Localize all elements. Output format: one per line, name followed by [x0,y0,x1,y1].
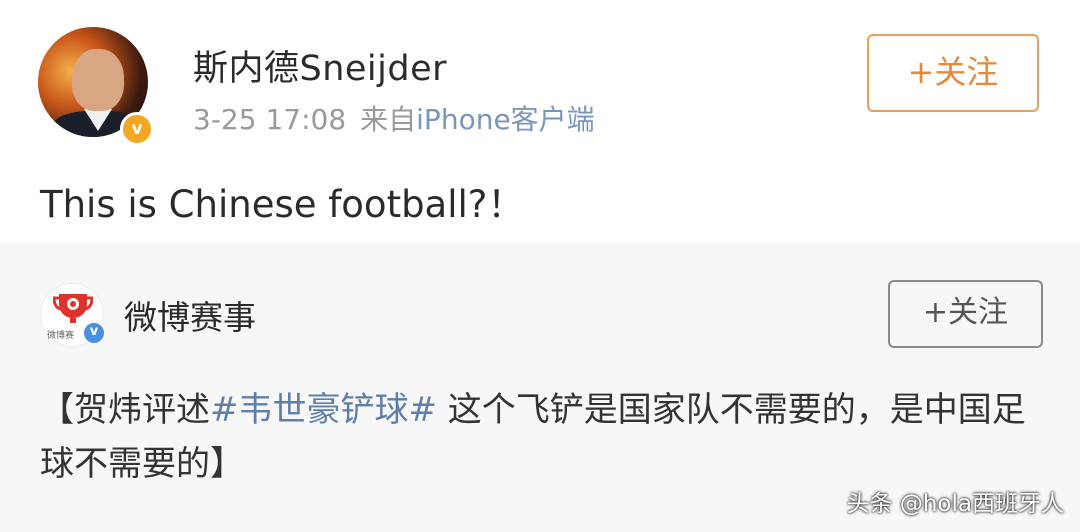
repost-text-open: 【贺炜评述 [40,390,210,430]
username[interactable]: 斯内德Sneijder [193,40,447,91]
avatar-face [72,49,124,111]
weibo-post: v 斯内德Sneijder 3-25 17:08 来自iPhone客户端 +关注 … [0,0,1080,243]
follow-button[interactable]: +关注 [867,34,1039,112]
repost-text: 【贺炜评述#韦世豪铲球# 这个飞铲是国家队不需要的，是中国足球不需要的】 [40,383,1040,491]
repost-follow-button[interactable]: +关注 [888,280,1043,348]
source-client[interactable]: iPhone客户端 [416,103,595,136]
hashtag-link[interactable]: #韦世豪铲球# [210,390,437,430]
post-meta: 3-25 17:08 来自iPhone客户端 [193,98,595,138]
repost-author[interactable]: 微博赛事 [124,291,256,339]
repost-avatar-label: 微博赛 [47,331,75,341]
verified-icon: v [82,321,106,345]
post-time: 3-25 17:08 [193,103,347,136]
source-prefix: 来自 [360,103,417,136]
post-text: This is Chinese football?！ [40,183,525,226]
verified-icon: v [120,112,154,146]
watermark: 头条 @hola西班牙人 [846,491,1064,517]
